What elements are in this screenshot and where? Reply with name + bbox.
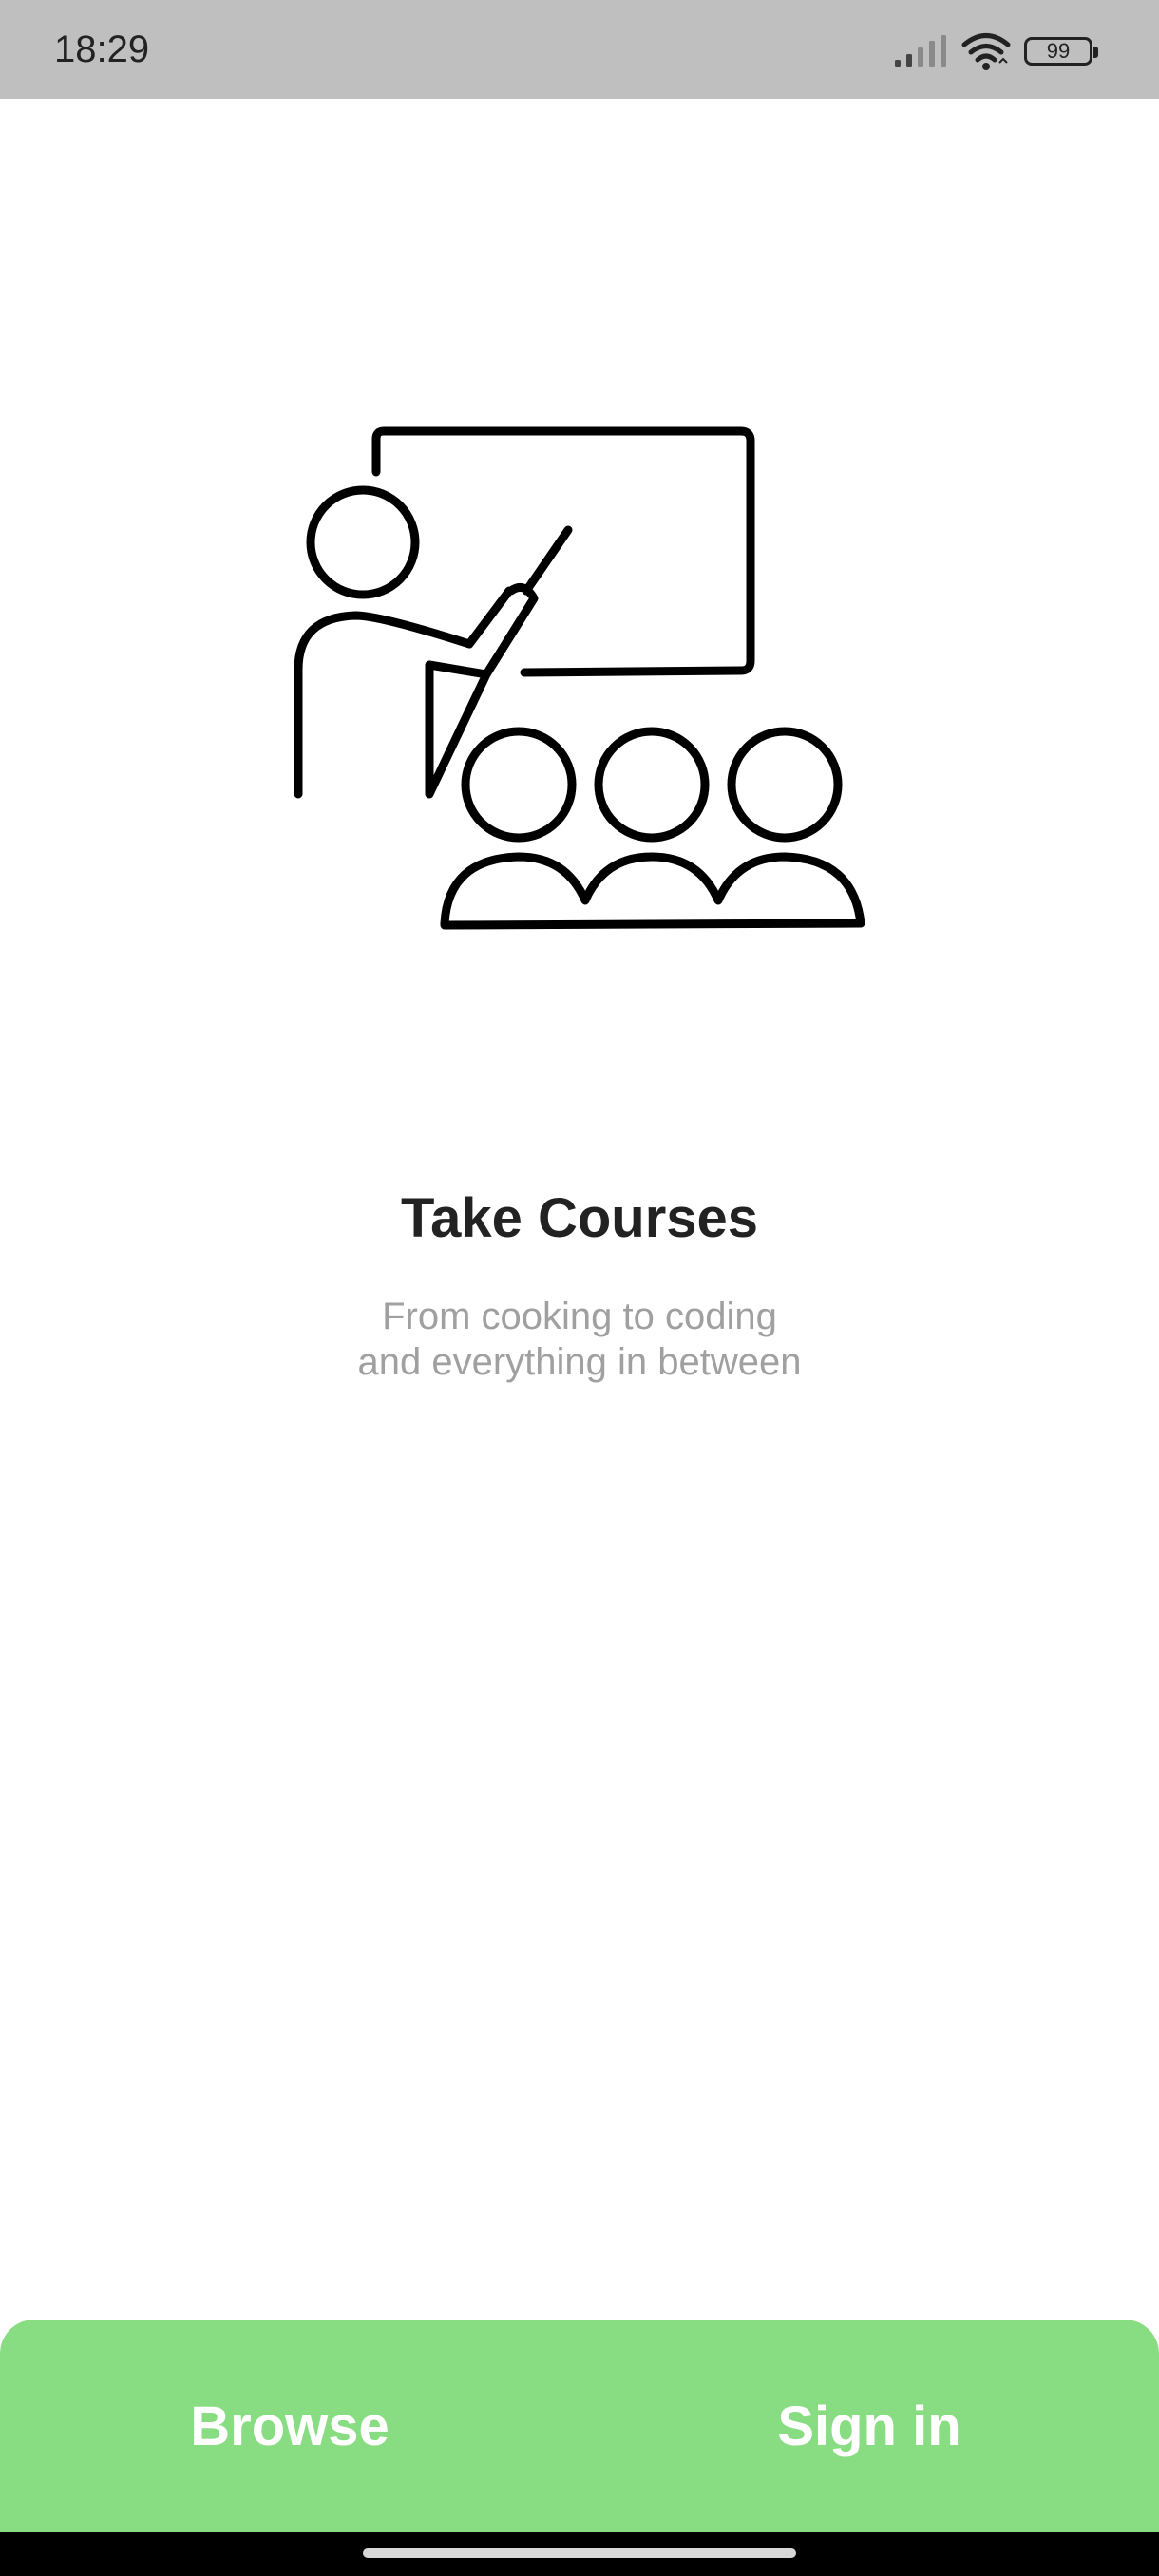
battery-icon: 99 (1024, 37, 1098, 66)
wifi-icon (961, 33, 1011, 70)
bottom-action-bar: Browse Sign in (0, 2320, 1159, 2532)
navigation-bar (0, 2532, 1159, 2576)
teacher-presentation-icon (294, 426, 865, 930)
signal-icon (895, 35, 946, 67)
battery-level: 99 (1046, 39, 1071, 63)
subtitle-line-1: From cooking to coding (382, 1296, 777, 1337)
page-title: Take Courses (400, 1187, 759, 1249)
browse-button[interactable]: Browse (0, 2320, 580, 2532)
status-bar: 18:29 99 (0, 0, 1159, 99)
status-icons: 99 (893, 32, 1098, 70)
status-time: 18:29 (54, 28, 150, 70)
page-subtitle: From cooking to coding and everything in… (0, 1294, 1159, 1385)
subtitle-line-2: and everything in between (357, 1341, 802, 1383)
home-indicator[interactable] (363, 2548, 796, 2558)
sign-in-button[interactable]: Sign in (580, 2320, 1159, 2532)
